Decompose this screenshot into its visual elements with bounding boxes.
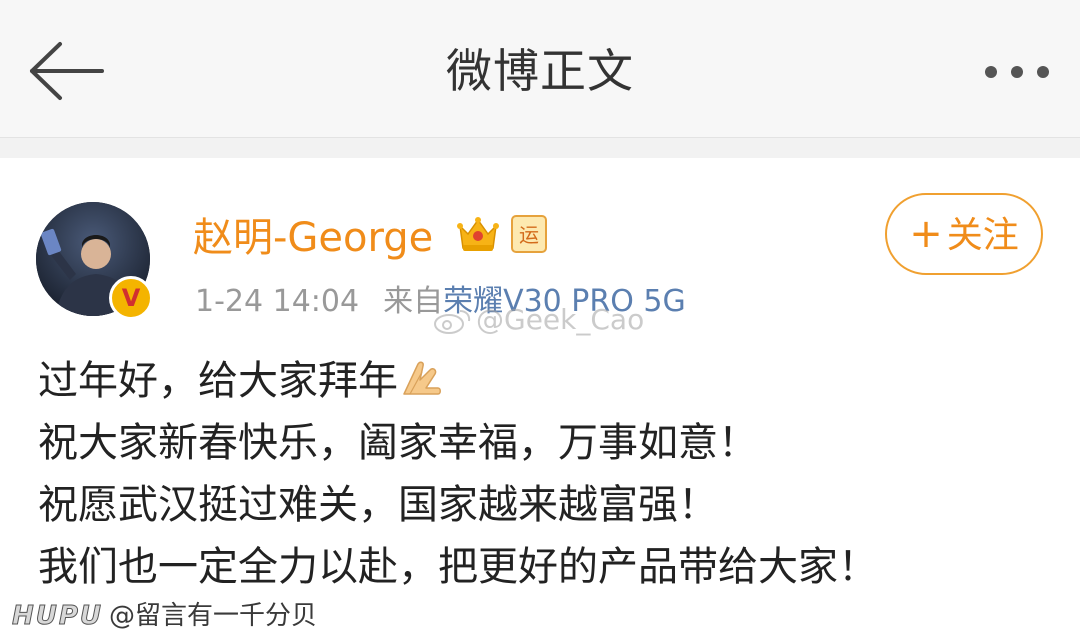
folded-hands-icon <box>403 361 441 395</box>
weibo-watermark: @Geek_Cao <box>432 302 644 338</box>
post-content: 过年好，给大家拜年 祝大家新春快乐，阖家幸福，万事如意！ 祝愿武汉挺过难关，国家… <box>38 350 1048 598</box>
verified-v-icon: V <box>109 276 153 320</box>
weibo-logo-icon <box>434 310 471 334</box>
content-line: 过年好，给大家拜年 <box>38 350 1048 412</box>
hupu-watermark: HUPU @留言有一千分贝 <box>11 598 318 634</box>
more-options-button[interactable] <box>982 58 1052 86</box>
plus-icon: + <box>909 211 943 257</box>
more-dots-icon <box>985 66 1049 78</box>
follow-button[interactable]: + 关注 <box>885 193 1043 275</box>
post-time: 1-24 14:04 <box>195 284 360 319</box>
yun-badge-icon[interactable]: 运 <box>510 214 548 254</box>
hupu-brand: HUPU <box>11 601 104 632</box>
page-title: 微博正文 <box>446 44 634 98</box>
top-navigation-bar: 微博正文 <box>0 0 1080 138</box>
author-name[interactable]: 赵明-George <box>193 212 433 264</box>
crown-badge-icon[interactable] <box>456 212 500 256</box>
follow-label: 关注 <box>946 215 1019 256</box>
content-line-text: 过年好，给大家拜年 <box>38 358 398 404</box>
hupu-user: @留言有一千分贝 <box>109 601 318 631</box>
content-line: 我们也一定全力以赴，把更好的产品带给大家！ <box>38 544 878 590</box>
weibo-watermark-text: @Geek_Cao <box>476 303 645 336</box>
content-line: 祝愿武汉挺过难关，国家越来越富强！ <box>38 482 718 528</box>
section-divider <box>0 138 1080 158</box>
yun-badge-label: 运 <box>519 223 539 247</box>
content-line: 祝大家新春快乐，阖家幸福，万事如意！ <box>38 420 758 466</box>
